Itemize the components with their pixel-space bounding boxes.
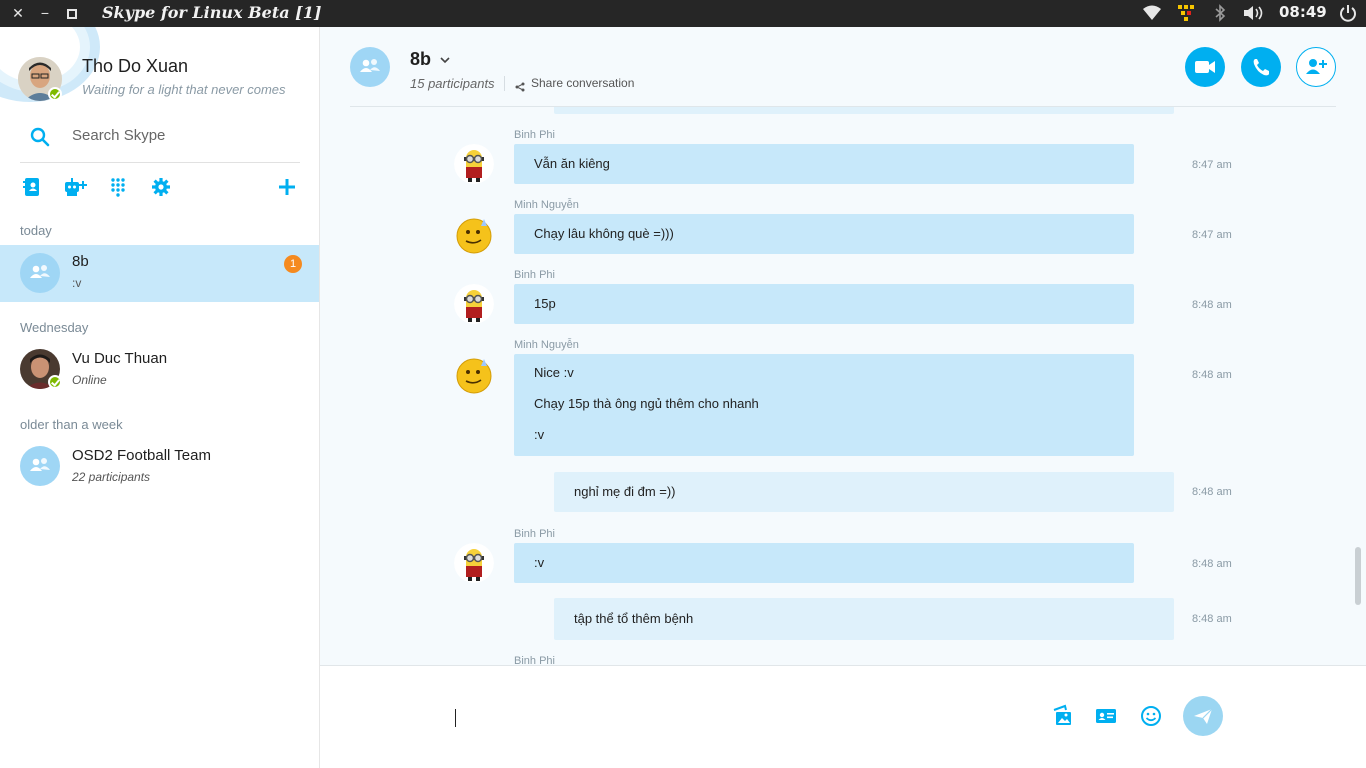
search-box[interactable]: Search Skype xyxy=(20,117,300,163)
volume-icon[interactable] xyxy=(1242,4,1266,24)
contacts-icon[interactable] xyxy=(23,177,41,202)
message-time: 8:48 am xyxy=(1192,558,1232,570)
message-text: :v xyxy=(534,555,545,570)
message-bubble[interactable]: Chạy lâu không què =))) xyxy=(514,214,1134,254)
online-status-icon xyxy=(48,87,62,101)
conversation-item-osd2-football-team[interactable]: OSD2 Football Team 22 participants xyxy=(0,439,319,496)
message-sender: Minh Nguyễn xyxy=(514,339,579,351)
conversation-item-8b[interactable]: 8b :v 1 xyxy=(0,245,319,302)
message-sender: Minh Nguyễn xyxy=(514,199,579,211)
message-text: :v xyxy=(534,427,545,442)
message-text: Chạy 15p thà ông ngủ thêm cho nhanh xyxy=(534,396,759,411)
phone-icon xyxy=(1253,59,1269,76)
section-label-today: today xyxy=(20,223,52,238)
settings-icon[interactable] xyxy=(151,177,171,202)
app-tray-icon[interactable] xyxy=(1177,4,1195,24)
message-bubble[interactable]: :v xyxy=(514,543,1134,583)
section-label-older: older than a week xyxy=(20,417,123,432)
message-time: 8:47 am xyxy=(1192,159,1232,171)
wifi-icon[interactable] xyxy=(1142,4,1162,24)
message-bubble[interactable]: Vẫn ăn kiêng xyxy=(514,144,1134,184)
video-call-button[interactable] xyxy=(1185,47,1225,87)
chevron-down-icon[interactable] xyxy=(440,52,450,70)
minion-avatar[interactable] xyxy=(454,284,494,324)
message-text: nghỉ mẹ đi đm =)) xyxy=(574,484,676,499)
message-time: 8:47 am xyxy=(1192,229,1232,241)
section-label-wednesday: Wednesday xyxy=(20,320,89,335)
send-icon xyxy=(1194,708,1213,724)
chat-group-icon[interactable] xyxy=(350,47,390,87)
participants-count[interactable]: 15 participants xyxy=(410,76,495,91)
emoticon-avatar[interactable] xyxy=(454,214,494,254)
message-time: 8:48 am xyxy=(1192,486,1232,498)
chat-title[interactable]: 8b xyxy=(410,49,431,70)
media-gallery-icon[interactable] xyxy=(1051,704,1075,728)
clock: 08:49 xyxy=(1279,3,1327,21)
dialpad-icon[interactable] xyxy=(110,177,126,202)
message-text: Chạy lâu không què =))) xyxy=(534,226,674,241)
send-button[interactable] xyxy=(1183,696,1223,736)
conversation-name: 8b xyxy=(72,253,89,270)
unread-badge: 1 xyxy=(284,255,302,273)
maximize-window-button[interactable] xyxy=(63,0,81,27)
conversation-participants: 22 participants xyxy=(72,470,151,484)
message-sender: Binh Phi xyxy=(514,655,555,665)
minimize-window-button[interactable]: − xyxy=(36,0,54,27)
share-icon xyxy=(515,79,525,97)
message-text: 15p xyxy=(534,296,556,311)
conversation-name: Vu Duc Thuan xyxy=(72,350,168,367)
close-window-button[interactable]: ✕ xyxy=(9,0,27,27)
message-sender: Binh Phi xyxy=(514,528,555,540)
conversation-name: OSD2 Football Team xyxy=(72,447,211,464)
message-text: Vẫn ăn kiêng xyxy=(534,156,610,171)
contact-card-icon[interactable] xyxy=(1094,704,1118,728)
message-bubble[interactable]: 15p xyxy=(514,284,1134,324)
window-title: Skype for Linux Beta [1] xyxy=(102,3,322,22)
message-composer[interactable] xyxy=(320,665,1366,768)
minion-avatar[interactable] xyxy=(454,144,494,184)
conversation-item-vu-duc-thuan[interactable]: Vu Duc Thuan Online xyxy=(0,342,319,399)
message-bubble[interactable]: Nice :v Chạy 15p thà ông ngủ thêm cho nh… xyxy=(514,354,1134,456)
message-text: tập thể tổ thêm bệnh xyxy=(574,611,694,626)
own-message-bubble[interactable]: tập thể tổ thêm bệnh xyxy=(554,598,1174,640)
own-message-bubble[interactable]: nghỉ mẹ đi đm =)) xyxy=(554,472,1174,512)
message-scrollbar[interactable] xyxy=(1355,547,1361,605)
message-time: 8:48 am xyxy=(1192,613,1232,625)
add-person-icon xyxy=(1306,59,1327,74)
add-bot-icon[interactable] xyxy=(63,177,89,202)
add-icon[interactable] xyxy=(277,177,297,202)
window-titlebar: ✕ − Skype for Linux Beta [1] 08:49 xyxy=(0,0,1366,27)
message-sender: Binh Phi xyxy=(514,269,555,281)
search-icon xyxy=(30,127,50,152)
add-participant-button[interactable] xyxy=(1296,47,1336,87)
search-placeholder[interactable]: Search Skype xyxy=(72,127,165,144)
sidebar: Tho Do Xuan Waiting for a light that nev… xyxy=(0,27,320,768)
message-bubble-partial[interactable] xyxy=(554,107,1174,114)
video-camera-icon xyxy=(1195,61,1215,73)
chat-pane: 8b 15 participants Share conversation Bi… xyxy=(320,27,1366,768)
emoticon-avatar[interactable] xyxy=(454,354,494,394)
minion-avatar[interactable] xyxy=(454,543,494,583)
conversation-preview: :v xyxy=(72,276,82,290)
power-icon[interactable] xyxy=(1338,4,1358,24)
emoticon-icon[interactable] xyxy=(1139,704,1163,728)
message-time: 8:48 am xyxy=(1192,369,1232,381)
message-text: Nice :v xyxy=(534,365,574,380)
audio-call-button[interactable] xyxy=(1241,47,1281,87)
message-list[interactable]: Binh Phi Vẫn ăn kiêng 8:47 am Minh Nguyễ… xyxy=(320,107,1366,665)
online-status-icon xyxy=(48,375,62,389)
text-caret xyxy=(455,709,456,727)
message-time: 8:48 am xyxy=(1192,299,1232,311)
message-sender: Binh Phi xyxy=(514,129,555,141)
share-conversation-link[interactable]: Share conversation xyxy=(531,76,634,90)
profile-mood[interactable]: Waiting for a light that never comes xyxy=(82,82,286,97)
contact-status-text: Online xyxy=(72,373,107,387)
group-icon xyxy=(20,446,60,486)
group-icon xyxy=(20,253,60,293)
header-divider xyxy=(504,76,505,91)
profile-name[interactable]: Tho Do Xuan xyxy=(82,56,188,77)
bluetooth-icon[interactable] xyxy=(1213,4,1227,24)
chat-header: 8b 15 participants Share conversation xyxy=(320,27,1366,107)
